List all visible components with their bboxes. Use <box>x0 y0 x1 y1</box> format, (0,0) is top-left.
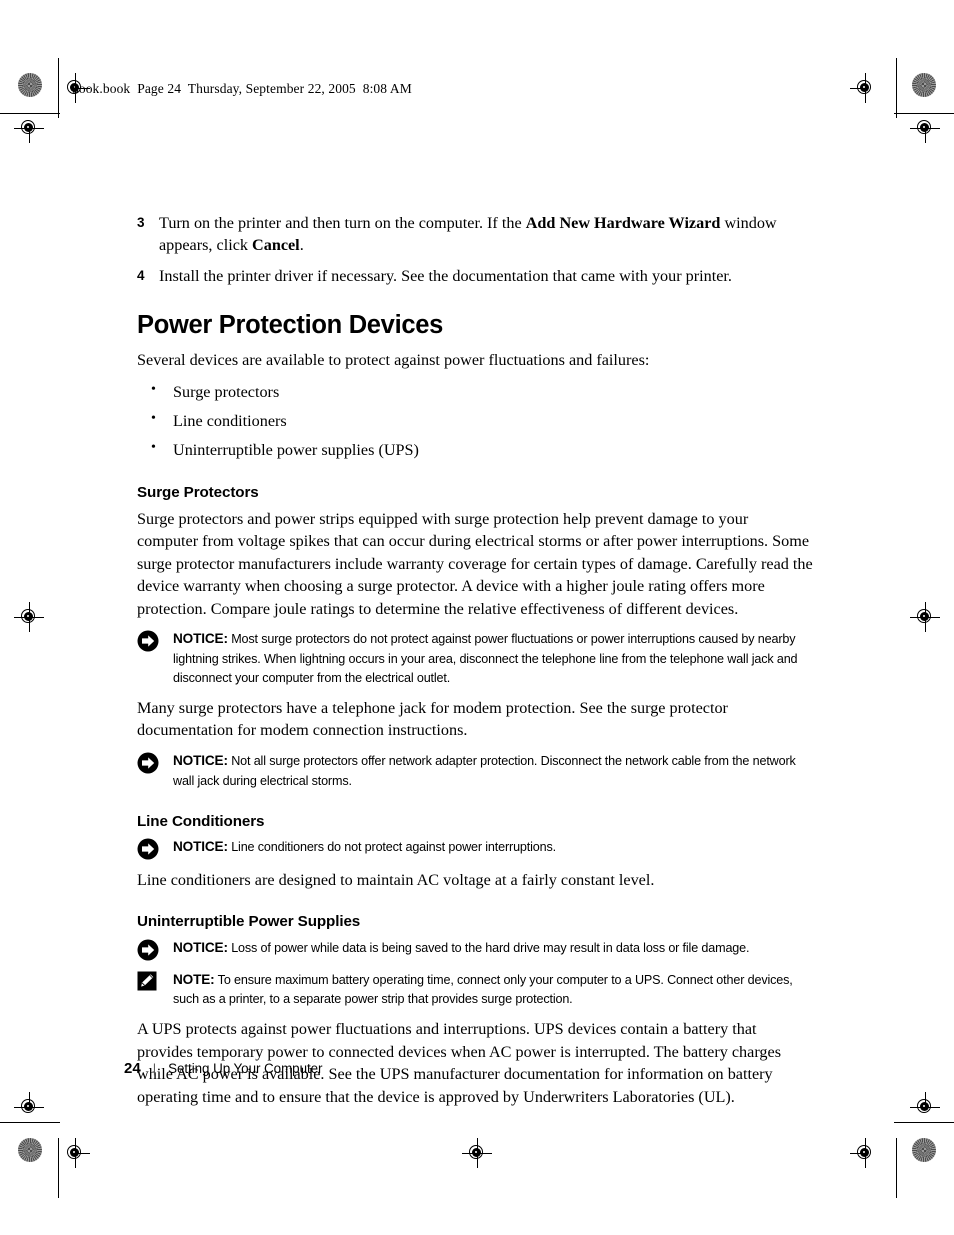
page-footer: 24 | Setting Up Your Computer <box>124 1060 323 1077</box>
notice-label: NOTICE: <box>173 631 228 647</box>
step-text: Turn on the printer and then turn on the… <box>159 212 813 257</box>
page-content: 3 Turn on the printer and then turn on t… <box>137 212 813 1117</box>
device-type-list: Surge protectors Line conditioners Unint… <box>137 380 813 462</box>
step-number: 3 <box>137 215 145 230</box>
registration-mark-top-right <box>850 73 880 103</box>
notice-body: Loss of power while data is being saved … <box>227 940 750 955</box>
trim-line-lower-right-horizontal <box>894 1122 954 1123</box>
notice-text: NOTICE: Loss of power while data is bein… <box>173 938 813 959</box>
density-patch-bottom-right <box>912 1138 936 1162</box>
procedure-step: 4 Install the printer driver if necessar… <box>137 265 813 287</box>
list-item: Surge protectors <box>137 380 813 403</box>
notice-block: NOTICE: Most surge protectors do not pro… <box>137 629 813 688</box>
plain-text: Turn on the printer and then turn on the… <box>159 214 526 232</box>
list-item: Uninterruptible power supplies (UPS) <box>137 438 813 461</box>
note-body: To ensure maximum battery operating time… <box>173 972 793 1007</box>
surge-protectors-paragraph-2: Many surge protectors have a telephone j… <box>137 699 728 740</box>
registration-mark-lower-right <box>910 1092 940 1122</box>
notice-label: NOTICE: <box>173 752 228 768</box>
registration-mark-mid-left <box>14 602 44 632</box>
procedure-step: 3 Turn on the printer and then turn on t… <box>137 212 813 257</box>
density-patch-bottom-left <box>18 1138 42 1162</box>
registration-mark-mid-right <box>910 602 940 632</box>
footer-section-title: Setting Up Your Computer <box>168 1061 323 1076</box>
footer-separator: | <box>152 1061 157 1076</box>
trim-line-bottom-left-vertical <box>58 1138 59 1198</box>
notice-arrow-icon <box>137 751 173 774</box>
list-item: Line conditioners <box>137 409 813 432</box>
notice-text: NOTICE: Not all surge protectors offer n… <box>173 751 813 791</box>
plain-text: Install the printer driver if necessary.… <box>159 266 732 285</box>
notice-body: Most surge protectors do not protect aga… <box>173 632 798 685</box>
line-conditioners-paragraph: Line conditioners are designed to mainta… <box>137 870 655 889</box>
trim-line-bottom-right-vertical <box>896 1138 897 1198</box>
notice-text: NOTICE: Most surge protectors do not pro… <box>173 629 813 688</box>
notice-body: Line conditioners do not protect against… <box>227 839 556 854</box>
notice-block: NOTICE: Line conditioners do not protect… <box>137 837 813 860</box>
notice-label: NOTICE: <box>173 939 228 955</box>
emphasis-text: Add New Hardware Wizard <box>525 214 721 232</box>
plain-text: . <box>299 236 304 255</box>
density-patch-top-right <box>912 73 936 97</box>
registration-mark-bottom-left <box>60 1138 90 1168</box>
note-pencil-icon <box>137 970 173 991</box>
notice-text: NOTICE: Line conditioners do not protect… <box>173 837 813 858</box>
trim-line-top-left-vertical <box>58 58 59 118</box>
file-running-header: book.book Page 24 Thursday, September 22… <box>72 81 412 96</box>
note-label: NOTE: <box>173 971 215 987</box>
registration-mark-upper-right <box>910 113 940 143</box>
intro-paragraph: Several devices are available to protect… <box>137 351 650 370</box>
footer-page-number: 24 <box>124 1060 141 1077</box>
section-heading-surge-protectors: Surge Protectors <box>137 483 259 501</box>
notice-block: NOTICE: Loss of power while data is bein… <box>137 938 813 961</box>
registration-mark-upper-left <box>14 113 44 143</box>
note-text: NOTE: To ensure maximum battery operatin… <box>173 970 813 1010</box>
notice-arrow-icon <box>137 938 173 961</box>
notice-label: NOTICE: <box>173 838 228 854</box>
notice-body: Not all surge protectors offer network a… <box>173 753 796 788</box>
emphasis-text: Cancel <box>252 236 300 255</box>
step-text: Install the printer driver if necessary.… <box>159 265 813 287</box>
section-heading-line-conditioners: Line Conditioners <box>137 812 265 830</box>
registration-mark-bottom-center <box>462 1138 492 1168</box>
surge-protectors-paragraph: Surge protectors and power strips equipp… <box>137 509 813 618</box>
page-title: Power Protection Devices <box>137 311 443 340</box>
step-number: 4 <box>137 267 145 283</box>
density-patch-top-left <box>18 73 42 97</box>
notice-block: NOTICE: Not all surge protectors offer n… <box>137 751 813 791</box>
registration-mark-lower-left <box>14 1092 44 1122</box>
notice-arrow-icon <box>137 629 173 652</box>
registration-mark-bottom-right <box>850 1138 880 1168</box>
trim-line-top-right-vertical <box>896 58 897 118</box>
notice-arrow-icon <box>137 837 173 860</box>
note-block: NOTE: To ensure maximum battery operatin… <box>137 970 813 1010</box>
trim-line-lower-left-horizontal <box>0 1122 60 1123</box>
section-heading-ups: Uninterruptible Power Supplies <box>137 913 361 931</box>
